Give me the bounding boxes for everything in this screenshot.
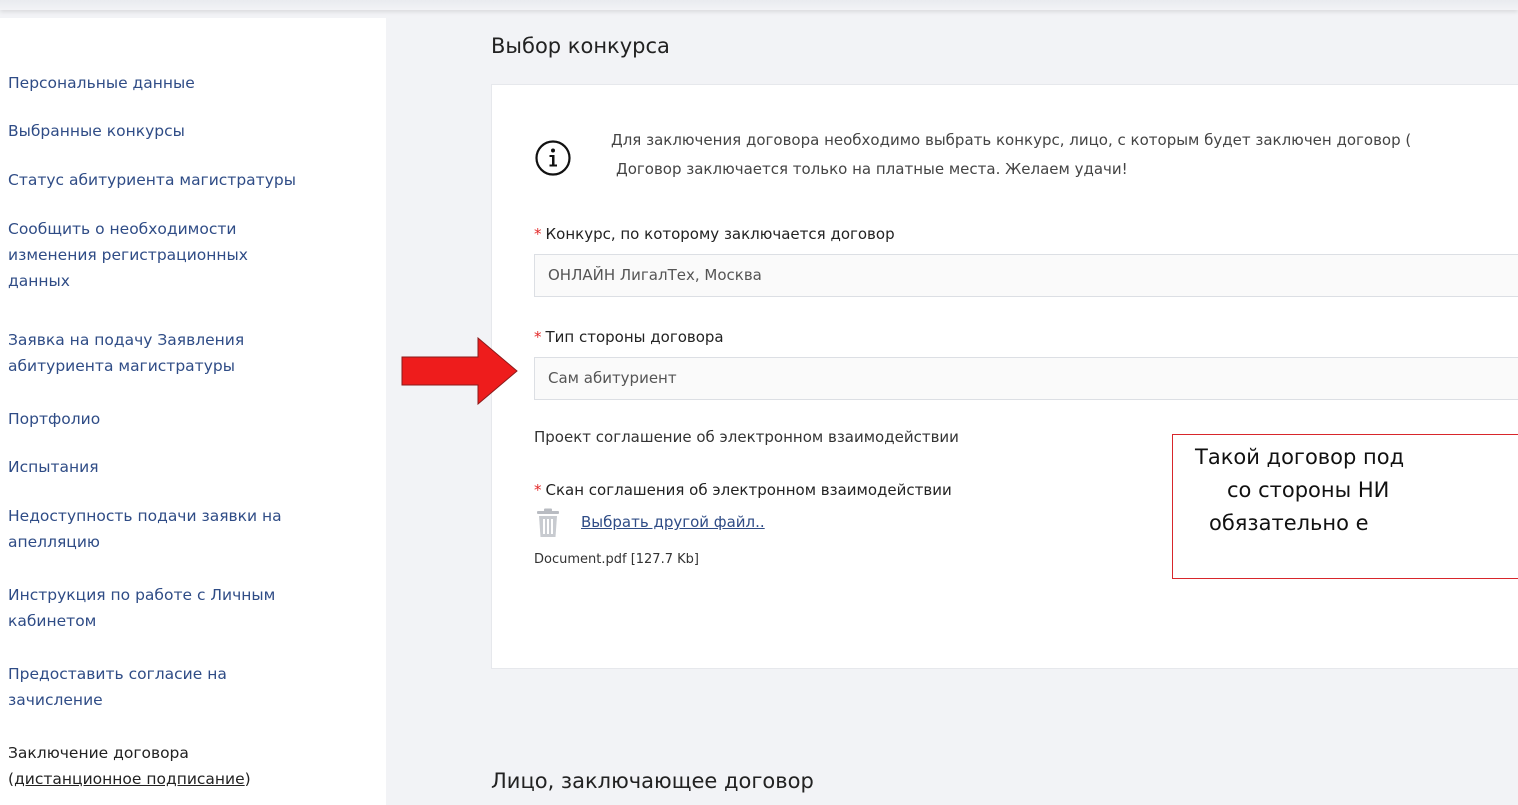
sidebar-item-label: Персональные данные xyxy=(8,74,195,92)
sidebar-item-label: Сообщить о необходимости xyxy=(8,220,237,238)
party-type-field-label: * Тип стороны договора xyxy=(534,328,724,346)
sidebar-item-cabinet-instructions[interactable]: Инструкция по работе с Личным кабинетом xyxy=(8,582,368,634)
sidebar-item-sublabel: (дистанционное подписание) xyxy=(8,770,251,788)
sidebar-item-label: Предоставить согласие на xyxy=(8,665,227,683)
sidebar-item-label: Недоступность подачи заявки на xyxy=(8,507,282,525)
sidebar-item-label: кабинетом xyxy=(8,612,97,630)
contest-select[interactable]: ОНЛАЙН ЛигалТех, Москва xyxy=(534,254,1518,297)
sidebar-item-label: Заключение договора xyxy=(8,744,189,762)
sidebar-item-contract[interactable]: Заключение договора (дистанционное подпи… xyxy=(8,740,368,792)
sidebar-item-label: данных xyxy=(8,272,70,290)
annotation-line: Такой договор под xyxy=(1195,445,1405,469)
info-icon xyxy=(535,140,571,176)
sidebar-item-label: Статус абитуриента магистратуры xyxy=(8,171,296,189)
agreement-project-text: Проект соглашение об электронном взаимод… xyxy=(534,428,959,446)
trash-icon[interactable] xyxy=(535,508,561,538)
required-mark: * xyxy=(534,328,542,346)
annotation-line: обязательно е xyxy=(1209,511,1369,535)
top-bar xyxy=(0,0,1518,10)
sidebar-item-applicant-status[interactable]: Статус абитуриента магистратуры xyxy=(8,167,368,193)
sidebar-item-label: Испытания xyxy=(8,458,99,476)
contest-field-label: * Конкурс, по которому заключается догово… xyxy=(534,225,895,243)
sidebar-item-selected-contests[interactable]: Выбранные конкурсы xyxy=(8,118,368,144)
sidebar-item-enrollment-consent[interactable]: Предоставить согласие на зачисление xyxy=(8,661,368,713)
sidebar-item-portfolio[interactable]: Портфолио xyxy=(8,406,368,432)
section-title-contest-selection: Выбор конкурса xyxy=(491,34,670,58)
uploaded-file-info: Document.pdf [127.7 Kb] xyxy=(534,552,699,567)
sidebar-item-application-request[interactable]: Заявка на подачу Заявления абитуриента м… xyxy=(8,327,368,379)
sidebar-item-label: Выбранные конкурсы xyxy=(8,122,185,140)
required-mark: * xyxy=(534,225,542,243)
page-root: Персональные данные Выбранные конкурсы С… xyxy=(0,0,1518,805)
sidebar-nav: Персональные данные Выбранные конкурсы С… xyxy=(0,18,386,805)
sidebar-item-label: Портфолио xyxy=(8,410,101,428)
party-type-select[interactable]: Сам абитуриент xyxy=(534,357,1518,400)
info-message-line2: Договор заключается только на платные ме… xyxy=(616,160,1128,178)
annotation-note-box: Такой договор под со стороны НИ обязател… xyxy=(1172,434,1518,579)
sidebar-item-exams[interactable]: Испытания xyxy=(8,454,368,480)
required-mark: * xyxy=(534,481,542,499)
info-message-line1: Для заключения договора необходимо выбра… xyxy=(611,131,1412,149)
sidebar-item-report-registration-change[interactable]: Сообщить о необходимости изменения регис… xyxy=(8,216,368,294)
sidebar-item-label: изменения регистрационных xyxy=(8,246,248,264)
remote-signing-link[interactable]: дистанционное подписание xyxy=(14,770,245,788)
sidebar-item-label: Инструкция по работе с Личным xyxy=(8,586,276,604)
sidebar-item-label: абитуриента магистратуры xyxy=(8,357,235,375)
sidebar-item-personal-data[interactable]: Персональные данные xyxy=(8,70,368,96)
scan-field-label: * Скан соглашения об электронном взаимоде… xyxy=(534,481,952,499)
sidebar-item-label: апелляцию xyxy=(8,533,100,551)
sidebar-item-label: зачисление xyxy=(8,691,103,709)
sidebar-item-label: Заявка на подачу Заявления xyxy=(8,331,245,349)
annotation-line: со стороны НИ xyxy=(1227,478,1390,502)
choose-other-file-link[interactable]: Выбрать другой файл.. xyxy=(581,513,765,531)
section-title-contracting-party: Лицо, заключающее договор xyxy=(491,769,814,793)
annotation-arrow-icon xyxy=(401,337,518,405)
sidebar-item-appeal-unavailable[interactable]: Недоступность подачи заявки на апелляцию xyxy=(8,503,368,555)
